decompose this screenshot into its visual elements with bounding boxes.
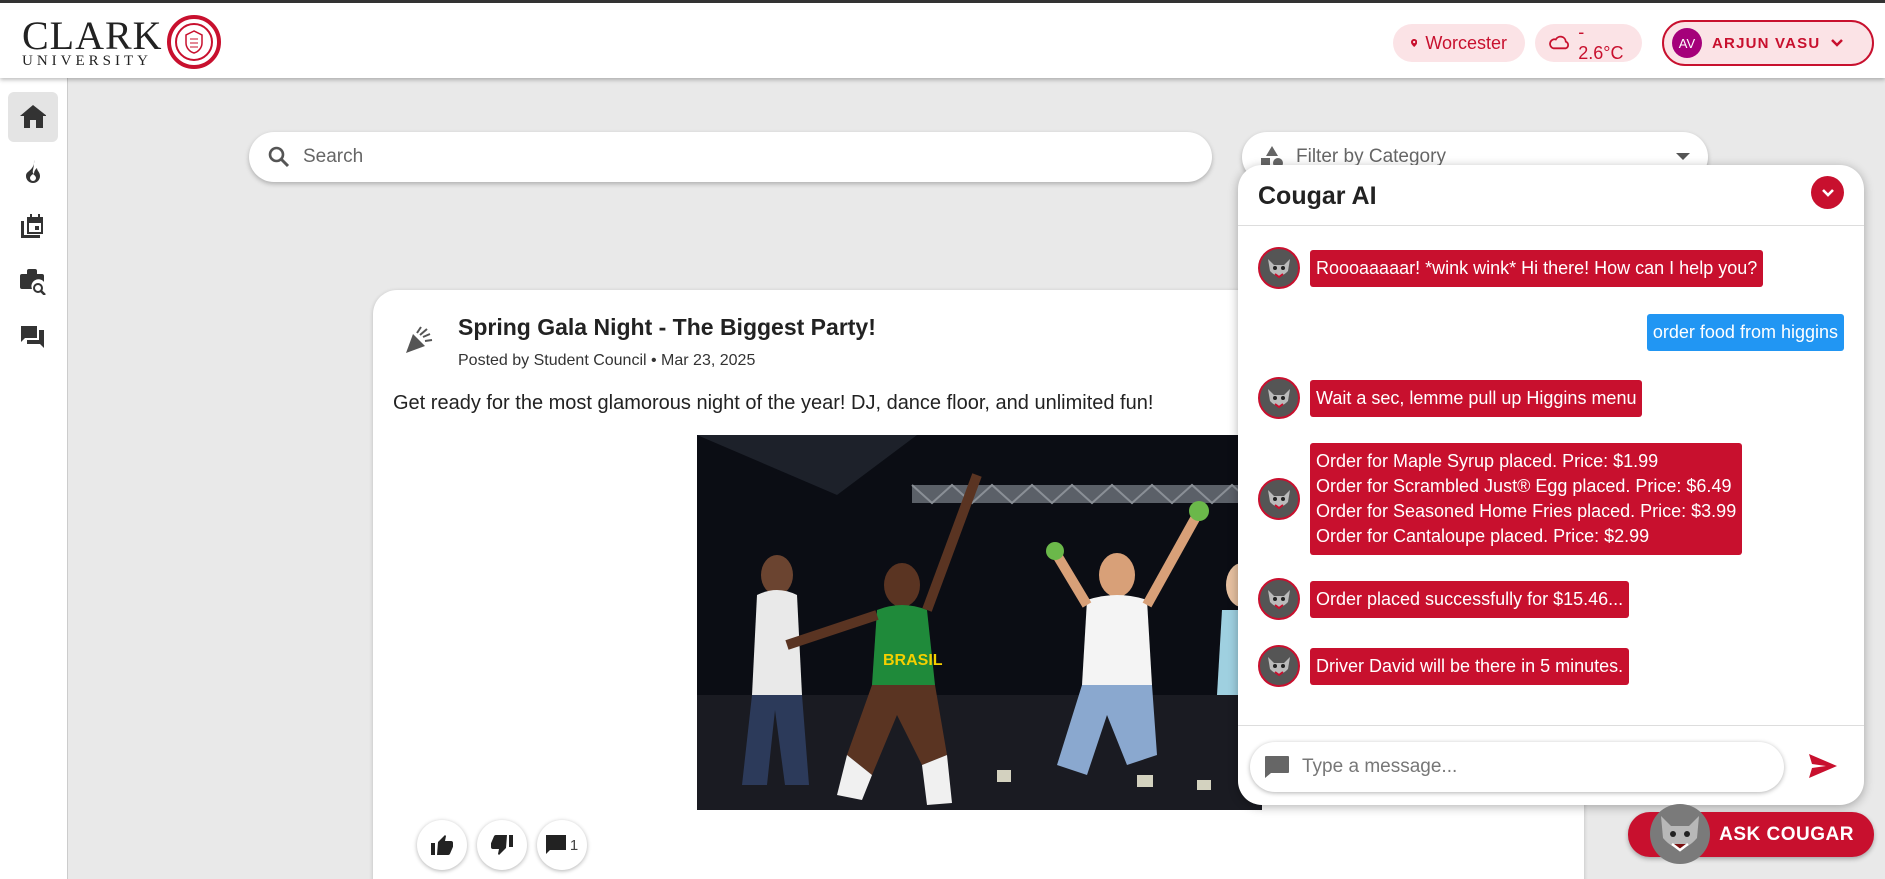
clark-logo[interactable]: CLARK UNIVERSITY xyxy=(22,13,221,71)
cougar-avatar-icon xyxy=(1258,377,1300,419)
comment-button[interactable]: 1 xyxy=(537,820,587,870)
sidebar-item-jobs[interactable] xyxy=(8,257,58,307)
dropdown-arrow-icon xyxy=(1676,153,1690,160)
events-icon xyxy=(21,214,43,238)
chat-bubble-icon xyxy=(1265,756,1289,778)
thumbs-down-icon xyxy=(491,835,513,855)
order-line: Order for Scrambled Just® Egg placed. Pr… xyxy=(1316,476,1732,496)
post-body: Get ready for the most glamorous night o… xyxy=(393,392,1154,414)
user-menu-button[interactable]: AV ARJUN VASU xyxy=(1662,20,1874,66)
sidebar-item-events[interactable] xyxy=(8,202,58,252)
chat-title: Cougar AI xyxy=(1258,182,1377,210)
svg-text:BRASIL: BRASIL xyxy=(883,652,943,669)
message-input[interactable] xyxy=(1302,756,1762,778)
user-message-text: order food from higgins xyxy=(1646,314,1844,351)
send-icon xyxy=(1809,754,1837,778)
bot-message-text: Roooaaaaar! *wink wink* Hi there! How ca… xyxy=(1310,249,1764,287)
post-title: Spring Gala Night - The Biggest Party! xyxy=(458,314,876,340)
chevron-down-icon xyxy=(1831,39,1844,47)
job-search-icon xyxy=(20,269,46,295)
post-image[interactable]: BRASIL xyxy=(697,435,1262,810)
search-input[interactable] xyxy=(303,146,1183,168)
chat-message-bot: Order placed successfully for $15.46... xyxy=(1258,578,1844,620)
ask-cougar-label: ASK COUGAR xyxy=(1719,823,1854,845)
search-bar[interactable] xyxy=(249,132,1212,182)
order-line: Order for Cantaloupe placed. Price: $2.9… xyxy=(1316,526,1650,546)
comment-count: 1 xyxy=(569,836,579,854)
sidebar-item-trending[interactable] xyxy=(8,147,58,197)
chevron-down-icon xyxy=(1821,189,1834,197)
chat-message-bot: Wait a sec, lemme pull up Higgins menu xyxy=(1258,377,1844,419)
location-pin-icon xyxy=(1411,39,1418,47)
bot-order-list: Order for Maple Syrup placed. Price: $1.… xyxy=(1310,443,1743,555)
cougar-ai-chat-panel: Cougar AI Roooaaaaar! *wink wink* Hi the… xyxy=(1238,165,1864,805)
order-line: Order for Seasoned Home Fries placed. Pr… xyxy=(1316,501,1737,521)
message-input-box[interactable] xyxy=(1250,742,1784,792)
fire-icon xyxy=(26,160,40,183)
sidebar xyxy=(0,78,68,879)
location-label: Worcester xyxy=(1425,32,1507,53)
cougar-avatar-icon xyxy=(1258,578,1300,620)
weather-label: - 2.6°C xyxy=(1578,22,1624,63)
comment-icon xyxy=(545,835,566,854)
ask-cougar-button[interactable]: ASK COUGAR xyxy=(1628,804,1874,864)
post-meta: Posted by Student Council • Mar 23, 2025 xyxy=(458,352,756,369)
thumbs-up-icon xyxy=(431,835,453,855)
bot-message-text: Driver David will be there in 5 minutes. xyxy=(1310,647,1630,685)
cougar-avatar-icon xyxy=(1258,478,1300,520)
logo-subtitle: UNIVERSITY xyxy=(22,52,152,69)
chat-message-bot: Order for Maple Syrup placed. Price: $1.… xyxy=(1258,443,1844,555)
send-button[interactable] xyxy=(1809,754,1837,783)
chat-message-user: order food from higgins xyxy=(1258,314,1844,351)
like-button[interactable] xyxy=(417,820,467,870)
party-popper-icon xyxy=(403,324,435,361)
reaction-bar: 1 xyxy=(417,820,587,870)
university-seal-icon xyxy=(166,15,221,69)
chat-header: Cougar AI xyxy=(1238,165,1864,226)
top-bar: CLARK UNIVERSITY Worcester - 2.6°C AV AR… xyxy=(0,0,1885,78)
cloud-icon xyxy=(1549,35,1569,50)
search-icon xyxy=(268,146,290,168)
avatar: AV xyxy=(1672,28,1702,58)
chat-message-bot: Driver David will be there in 5 minutes. xyxy=(1258,645,1844,687)
collapse-chat-button[interactable] xyxy=(1811,176,1844,209)
dislike-button[interactable] xyxy=(477,820,527,870)
forum-icon xyxy=(21,326,44,348)
chat-footer xyxy=(1238,725,1864,805)
logo-wordmark: CLARK xyxy=(22,12,163,58)
cougar-avatar-icon xyxy=(1258,645,1300,687)
weather-chip[interactable]: - 2.6°C xyxy=(1535,22,1642,63)
order-line: Order for Maple Syrup placed. Price: $1.… xyxy=(1316,451,1659,471)
cougar-mascot-icon xyxy=(1650,804,1710,864)
sidebar-item-home[interactable] xyxy=(8,92,58,142)
sidebar-item-forum[interactable] xyxy=(8,312,58,362)
cougar-avatar-icon xyxy=(1258,247,1300,289)
location-chip[interactable]: Worcester xyxy=(1393,24,1525,62)
bot-message-text: Wait a sec, lemme pull up Higgins menu xyxy=(1310,379,1643,417)
home-icon xyxy=(20,105,46,128)
chat-message-bot: Roooaaaaar! *wink wink* Hi there! How ca… xyxy=(1258,247,1844,289)
bot-message-text: Order placed successfully for $15.46... xyxy=(1310,580,1630,618)
user-name: ARJUN VASU xyxy=(1712,34,1821,52)
